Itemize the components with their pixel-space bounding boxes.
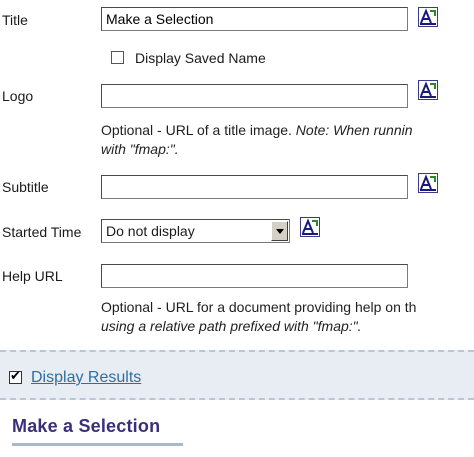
help-url-help-text: Optional - URL for a document providing … xyxy=(101,299,417,334)
display-saved-name-checkbox[interactable] xyxy=(111,51,124,64)
text-format-icon[interactable] xyxy=(418,80,438,100)
subtitle-label: Subtitle xyxy=(2,179,49,195)
preview-title: Make a Selection xyxy=(12,416,161,436)
help-url-input[interactable] xyxy=(101,264,408,288)
display-results-link[interactable]: Display Results xyxy=(31,369,141,387)
text-format-icon[interactable] xyxy=(300,217,320,237)
dropdown-arrow-icon[interactable] xyxy=(271,221,288,241)
subtitle-input[interactable] xyxy=(101,175,408,199)
preview-title-underline xyxy=(12,443,183,446)
title-input[interactable] xyxy=(101,7,408,31)
title-label: Title xyxy=(2,12,28,28)
help-url-label: Help URL xyxy=(2,268,63,284)
started-time-value: Do not display xyxy=(106,223,195,239)
started-time-label: Started Time xyxy=(2,224,82,240)
display-saved-name-label: Display Saved Name xyxy=(135,50,266,66)
logo-help-text: Optional - URL of a title image. Note: W… xyxy=(101,122,413,157)
logo-input[interactable] xyxy=(101,84,408,108)
started-time-select[interactable]: Do not display xyxy=(101,219,290,243)
text-format-icon[interactable] xyxy=(418,7,438,27)
logo-label: Logo xyxy=(2,88,34,104)
text-format-icon[interactable] xyxy=(418,173,438,193)
display-results-checkbox[interactable] xyxy=(9,369,22,384)
